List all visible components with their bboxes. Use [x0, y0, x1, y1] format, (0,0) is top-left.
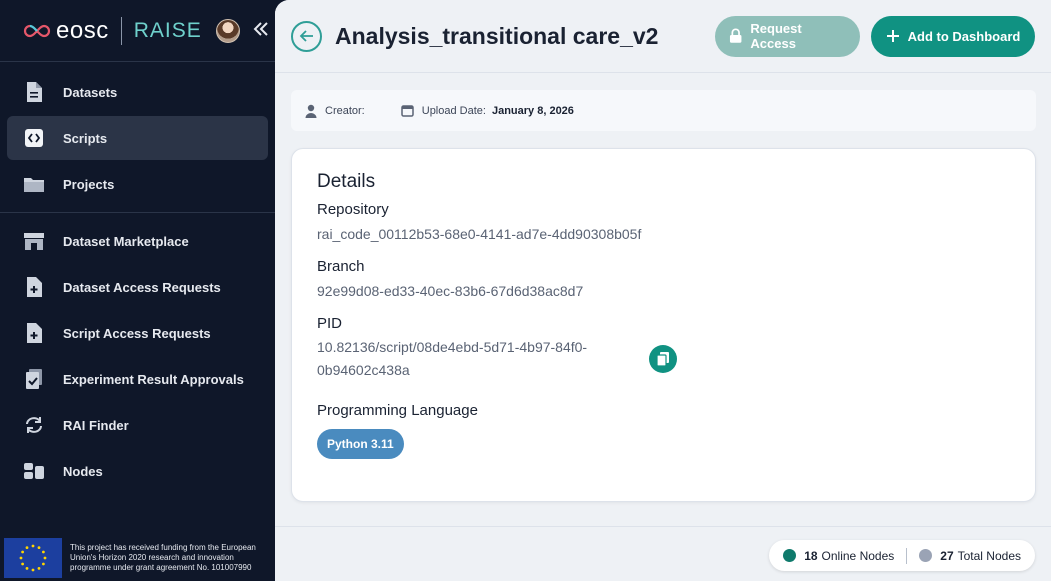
- brand-bar: eosc RAISE: [0, 0, 275, 62]
- page-header: Analysis_transitional care_v2 Request Ac…: [275, 0, 1051, 73]
- file-plus-icon: [23, 276, 45, 298]
- main-content: Analysis_transitional care_v2 Request Ac…: [275, 0, 1051, 581]
- sidebar-item-nodes[interactable]: Nodes: [7, 449, 268, 493]
- sidebar: eosc RAISE Datasets Scripts Projects Dat…: [0, 0, 275, 581]
- store-icon: [23, 230, 45, 252]
- eosc-infinity-icon: [23, 24, 51, 37]
- double-chevron-left-icon: [253, 21, 268, 36]
- brand-separator: [120, 16, 122, 45]
- upload-date-value: January 8, 2026: [491, 104, 574, 117]
- sidebar-item-dataset-marketplace[interactable]: Dataset Marketplace: [7, 219, 268, 263]
- nav-divider: [0, 212, 275, 213]
- brand-raise: RAISE: [133, 18, 202, 42]
- creator-label: Creator:: [325, 104, 365, 117]
- details-title: Details: [317, 171, 376, 192]
- sidebar-item-label: Projects: [63, 176, 115, 192]
- sync-icon: [23, 414, 45, 436]
- repository-label: Repository: [317, 201, 389, 218]
- eosc-logo[interactable]: eosc RAISE: [22, 16, 202, 45]
- back-button[interactable]: [291, 20, 322, 52]
- brand-eosc: eosc: [56, 16, 109, 44]
- arrow-left-icon: [299, 30, 313, 42]
- sidebar-item-datasets[interactable]: Datasets: [7, 70, 268, 114]
- add-to-dashboard-label: Add to Dashboard: [907, 28, 1021, 44]
- sidebar-item-label: Datasets: [63, 84, 118, 100]
- status-separator: [906, 547, 908, 564]
- calendar-icon: [401, 105, 414, 117]
- total-status-dot: [919, 549, 933, 562]
- sidebar-item-label: Dataset Marketplace: [63, 233, 189, 249]
- plus-icon: [886, 30, 899, 42]
- branch-value: 92e99d08-ed33-40ec-83b6-67d6d38ac8d7: [317, 283, 584, 299]
- eu-flag-icon: [4, 538, 62, 578]
- funding-text: This project has received funding from t…: [70, 543, 256, 572]
- language-badge: Python 3.11: [317, 429, 404, 459]
- user-avatar[interactable]: [215, 18, 240, 43]
- total-nodes-label: Total Nodes: [957, 548, 1021, 563]
- lock-icon: [729, 28, 742, 43]
- clipboard-check-icon: [23, 368, 45, 390]
- sidebar-item-rai-finder[interactable]: RAI Finder: [7, 403, 268, 447]
- file-plus-icon: [23, 322, 45, 344]
- request-access-button[interactable]: Request Access: [715, 15, 860, 57]
- online-nodes-count: 18: [804, 548, 818, 563]
- total-nodes-count: 27: [940, 548, 954, 563]
- sidebar-item-experiment-result-approvals[interactable]: Experiment Result Approvals: [7, 357, 268, 401]
- collapse-sidebar-button[interactable]: [252, 20, 270, 42]
- sidebar-item-label: Experiment Result Approvals: [63, 371, 244, 387]
- sidebar-item-label: Nodes: [63, 463, 103, 479]
- header-actions: Request Access Add to Dashboard: [715, 15, 1051, 57]
- details-card: Details Repository rai_code_00112b53-68e…: [291, 148, 1036, 502]
- sidebar-item-scripts[interactable]: Scripts: [7, 116, 268, 160]
- sidebar-nav: Datasets Scripts Projects Dataset Market…: [0, 62, 275, 493]
- file-icon: [23, 81, 45, 103]
- sidebar-item-projects[interactable]: Projects: [7, 162, 268, 206]
- funding-notice: This project has received funding from t…: [0, 535, 275, 581]
- sidebar-item-script-access-requests[interactable]: Script Access Requests: [7, 311, 268, 355]
- upload-date-label: Upload Date:: [421, 104, 486, 117]
- folder-icon: [23, 173, 45, 195]
- add-to-dashboard-button[interactable]: Add to Dashboard: [871, 15, 1035, 57]
- sidebar-item-dataset-access-requests[interactable]: Dataset Access Requests: [7, 265, 268, 309]
- pid-label: PID: [317, 315, 343, 332]
- page-title: Analysis_transitional care_v2: [335, 22, 659, 49]
- code-icon: [23, 127, 45, 149]
- user-icon: [305, 104, 317, 118]
- branch-label: Branch: [317, 258, 365, 275]
- sidebar-item-label: Dataset Access Requests: [63, 279, 221, 295]
- copy-pid-button[interactable]: [649, 345, 677, 373]
- pid-value: 10.82136/script/08de4ebd-5d71-4b97-84f0-…: [317, 339, 588, 378]
- pid-row: 10.82136/script/08de4ebd-5d71-4b97-84f0-…: [317, 332, 1010, 398]
- metadata-bar: Creator: Upload Date: January 8, 2026: [291, 90, 1036, 131]
- programming-language-label: Programming Language: [317, 402, 478, 419]
- online-status-dot: [783, 549, 797, 562]
- request-access-label: Request Access: [750, 21, 802, 51]
- copy-icon: [656, 352, 669, 367]
- nodes-icon: [23, 460, 45, 482]
- sidebar-item-label: Script Access Requests: [63, 325, 211, 341]
- sidebar-item-label: Scripts: [63, 130, 108, 146]
- online-nodes-label: Online Nodes: [821, 548, 895, 563]
- footer-divider: [275, 526, 1051, 527]
- sidebar-item-label: RAI Finder: [63, 417, 129, 433]
- node-status-pill: 18 Online Nodes 27 Total Nodes: [769, 540, 1035, 571]
- repository-value: rai_code_00112b53-68e0-4141-ad7e-4dd9030…: [317, 226, 642, 242]
